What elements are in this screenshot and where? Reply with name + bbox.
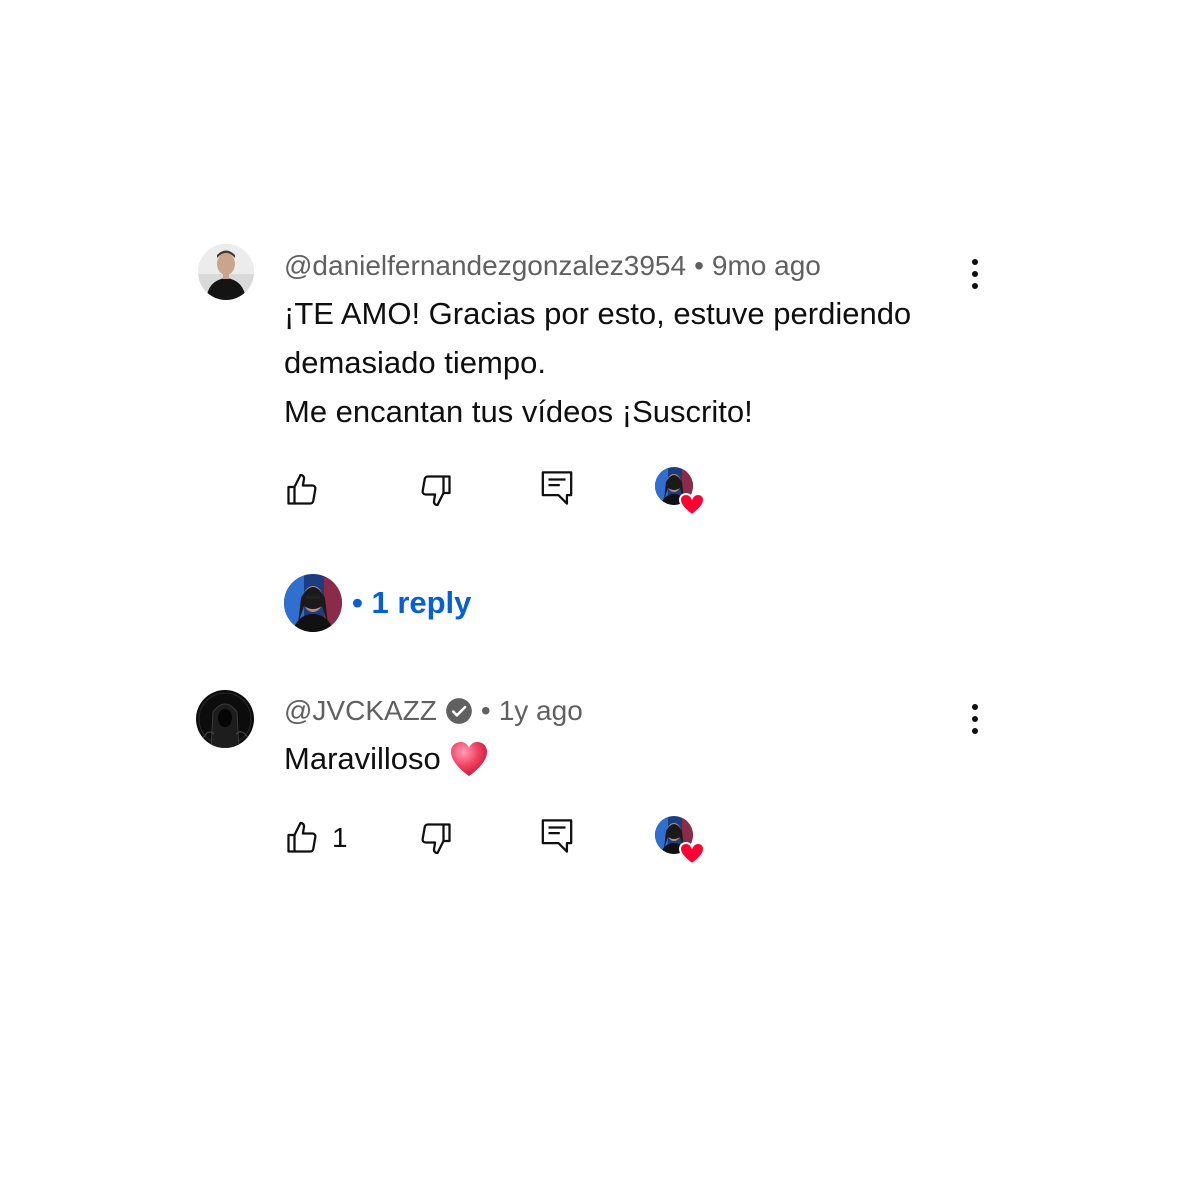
comment-time[interactable]: 9mo ago	[712, 250, 821, 282]
creator-heart	[654, 815, 706, 867]
dislike-button[interactable]	[418, 470, 454, 510]
comment-text-line: demasiado tiempo.	[284, 345, 546, 380]
heart-icon	[678, 492, 706, 517]
like-button[interactable]	[284, 470, 332, 510]
reply-button[interactable]	[540, 468, 574, 508]
comment-text-line: ¡TE AMO! Gracias por esto, estuve perdie…	[284, 296, 912, 331]
like-icon	[287, 473, 317, 505]
meta-separator: •	[480, 695, 491, 726]
avatar[interactable]	[198, 244, 254, 300]
like-icon	[287, 821, 317, 853]
avatar[interactable]	[196, 690, 254, 748]
meta-separator: •	[694, 250, 704, 281]
view-replies-button[interactable]: • 1 reply	[284, 574, 471, 632]
reply-icon	[541, 471, 573, 505]
author-name[interactable]: @JVCKAZZ	[284, 695, 437, 727]
comment-meta: @JVCKAZZ • 1y ago	[284, 691, 583, 731]
like-button[interactable]: 1	[284, 818, 348, 858]
creator-heart	[654, 466, 706, 518]
author-name[interactable]: @danielfernandezgonzalez3954	[284, 250, 686, 282]
comment-meta: @danielfernandezgonzalez3954 • 9mo ago	[284, 246, 821, 286]
reply-icon	[541, 819, 573, 853]
dislike-icon	[421, 475, 451, 507]
dislike-icon	[421, 823, 451, 855]
verified-icon	[446, 698, 472, 724]
reply-button[interactable]	[540, 816, 574, 856]
comment-text: Maravilloso	[284, 734, 489, 783]
comment-time[interactable]: 1y ago	[499, 695, 583, 727]
heart-icon	[678, 841, 706, 866]
dislike-button[interactable]	[418, 818, 454, 858]
heart-emoji-icon	[450, 741, 487, 776]
reply-author-avatar	[284, 574, 342, 632]
more-vertical-icon[interactable]	[960, 699, 990, 739]
replies-count-label: • 1 reply	[352, 585, 472, 620]
like-count: 1	[332, 822, 348, 853]
more-vertical-icon[interactable]	[960, 254, 990, 294]
comment-text-line: Me encantan tus vídeos ¡Suscrito!	[284, 394, 753, 429]
comment-text-line: Maravilloso	[284, 741, 441, 776]
comment-text: ¡TE AMO! Gracias por esto, estuve perdie…	[284, 289, 911, 436]
